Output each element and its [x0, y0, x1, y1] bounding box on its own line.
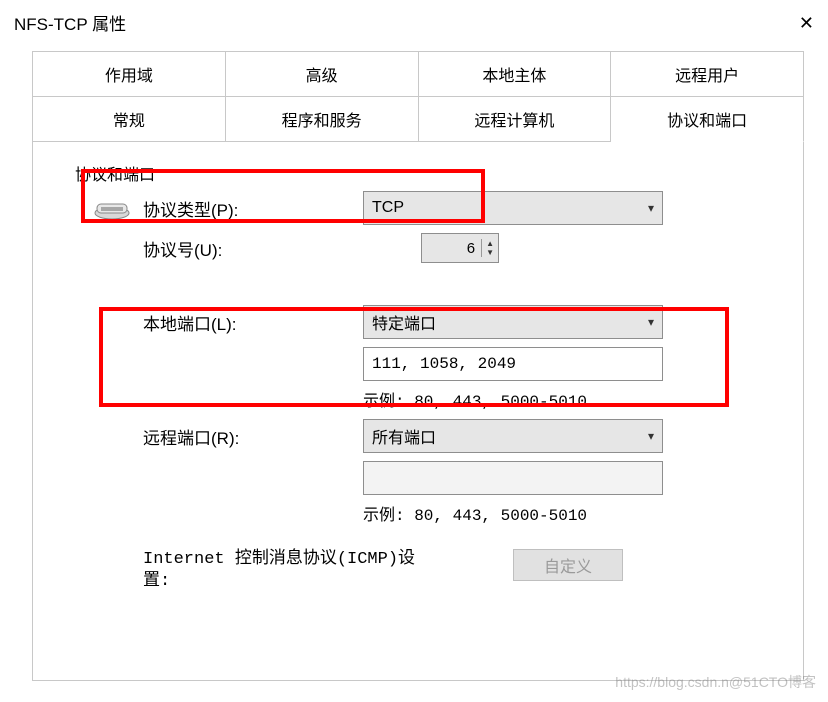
local-port-input-value: 111, 1058, 2049: [372, 355, 516, 373]
tabs-row-top: 作用域 高级 本地主体 远程用户: [32, 51, 804, 96]
remote-port-input[interactable]: [363, 461, 663, 495]
icmp-customize-button: 自定义: [513, 549, 623, 581]
local-port-example: 示例: 80, 443, 5000-5010: [363, 387, 773, 411]
chevron-down-icon: ▾: [648, 429, 654, 443]
protocol-type-label: 协议类型(P):: [143, 196, 363, 221]
row-local-port-example: 示例: 80, 443, 5000-5010: [93, 387, 773, 411]
protocol-icon: [93, 196, 143, 220]
local-port-select-value: 特定端口: [372, 310, 436, 334]
row-remote-port-example: 示例: 80, 443, 5000-5010: [93, 501, 773, 525]
remote-port-select[interactable]: 所有端口 ▾: [363, 419, 663, 453]
close-icon[interactable]: ✕: [799, 14, 814, 32]
spinner-buttons[interactable]: ▲▼: [481, 239, 494, 257]
remote-port-example: 示例: 80, 443, 5000-5010: [363, 501, 773, 525]
watermark: https://blog.csdn.n@51CTO博客: [615, 672, 816, 692]
tab-scope[interactable]: 作用域: [32, 51, 226, 96]
remote-port-label: 远程端口(R):: [143, 424, 363, 449]
group-title: 协议和端口: [71, 161, 159, 185]
protocol-type-select[interactable]: TCP ▾: [363, 191, 663, 225]
protocol-number-label: 协议号(U):: [143, 236, 363, 261]
tabs-container: 作用域 高级 本地主体 远程用户 常规 程序和服务 远程计算机 协议和端口 协议…: [0, 51, 828, 681]
row-local-port: 本地端口(L): 特定端口 ▾: [93, 305, 773, 339]
row-protocol-number: 协议号(U): 6 ▲▼: [93, 233, 773, 263]
protocol-number-value: 6: [467, 240, 475, 257]
tab-content: 协议和端口 协议类型(P): TCP ▾: [32, 141, 804, 681]
chevron-down-icon: ▾: [648, 315, 654, 329]
window-title: NFS-TCP 属性: [14, 10, 126, 35]
remote-port-select-value: 所有端口: [372, 424, 436, 448]
local-port-input[interactable]: 111, 1058, 2049: [363, 347, 663, 381]
form-area: 协议类型(P): TCP ▾ 协议号(U): 6 ▲▼: [93, 191, 773, 593]
protocol-type-value: TCP: [372, 199, 404, 217]
chevron-down-icon: ▾: [648, 201, 654, 215]
icmp-label: Internet 控制消息协议(ICMP)设置:: [143, 549, 423, 593]
tab-local-principal[interactable]: 本地主体: [419, 51, 612, 96]
tab-advanced[interactable]: 高级: [226, 51, 419, 96]
tab-remote-computer[interactable]: 远程计算机: [419, 96, 612, 142]
local-port-label: 本地端口(L):: [143, 310, 363, 335]
tab-programs-services[interactable]: 程序和服务: [226, 96, 419, 142]
local-port-select[interactable]: 特定端口 ▾: [363, 305, 663, 339]
row-icmp: Internet 控制消息协议(ICMP)设置: 自定义: [93, 549, 773, 593]
tabs-row-bottom: 常规 程序和服务 远程计算机 协议和端口: [32, 96, 804, 142]
protocol-number-spinner[interactable]: 6 ▲▼: [421, 233, 499, 263]
tab-general[interactable]: 常规: [32, 96, 226, 142]
tab-remote-users[interactable]: 远程用户: [611, 51, 804, 96]
row-remote-port-value: [93, 461, 773, 495]
row-protocol-type: 协议类型(P): TCP ▾: [93, 191, 773, 225]
row-local-port-value: 111, 1058, 2049: [93, 347, 773, 381]
titlebar: NFS-TCP 属性 ✕: [0, 0, 828, 51]
tab-protocols-ports[interactable]: 协议和端口: [611, 96, 804, 142]
row-remote-port: 远程端口(R): 所有端口 ▾: [93, 419, 773, 453]
